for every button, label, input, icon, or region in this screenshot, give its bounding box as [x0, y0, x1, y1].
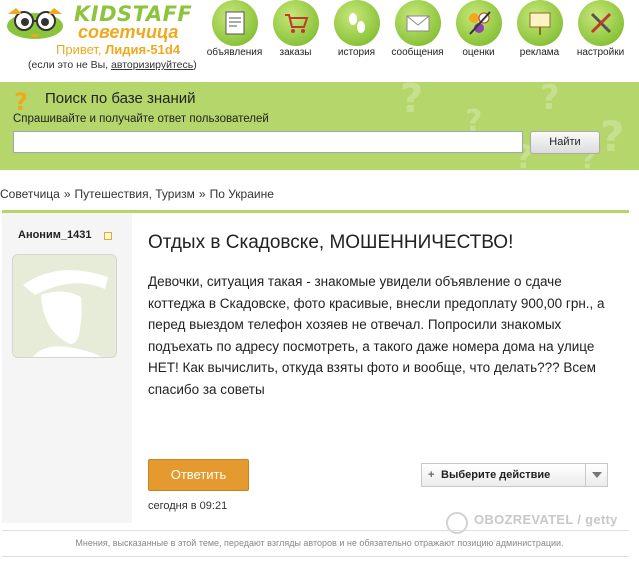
username[interactable]: Лидия-51d4	[105, 42, 180, 57]
tools-icon	[577, 0, 624, 46]
disclaimer: Мнения, высказанные в этой теме, передаю…	[75, 538, 564, 548]
post-title: Отдых в Скадовске, МОШЕННИЧЕСТВО!	[148, 232, 514, 253]
anonymous-avatar-icon	[13, 255, 116, 357]
question-icon: ?	[14, 88, 28, 114]
cart-icon	[272, 0, 319, 46]
divider	[2, 530, 629, 531]
billboard-icon	[516, 0, 563, 46]
not-you-note: (если это не Вы, авторизируйтесь)	[28, 59, 197, 71]
search-subtitle: Спрашивайте и получайте ответ пользовате…	[13, 113, 269, 125]
knowledge-search-panel: ? ? ? ? ? ? ? Поиск по базе знаний Спраш…	[0, 82, 639, 170]
login-link[interactable]: авторизируйтесь	[111, 59, 193, 71]
action-select-label: Выберите действие	[441, 469, 551, 481]
breadcrumb-separator: »	[63, 187, 71, 201]
nav-item-orders[interactable]: заказы	[265, 0, 326, 58]
search-input[interactable]	[13, 131, 523, 153]
nav-label: объявления	[206, 47, 263, 58]
ads-icon	[211, 0, 258, 46]
breadcrumb-item-ukraine[interactable]: По Украине	[210, 187, 274, 201]
author-status-icon	[104, 232, 112, 240]
question-mark-decoration-icon: ?	[600, 112, 625, 161]
nav-label: реклама	[519, 47, 560, 58]
greeting: Привет, Лидия-51d4	[56, 42, 180, 57]
site-logo[interactable]: KIDSTAFF советчица	[2, 2, 192, 42]
avatar	[12, 254, 117, 358]
question-mark-decoration-icon: ?	[400, 82, 424, 122]
nav-label: настройки	[576, 47, 625, 58]
svg-text:?: ?	[14, 88, 28, 114]
nav-item-ratings[interactable]: оценки	[448, 0, 509, 58]
not-you-suffix: )	[193, 59, 197, 71]
footprints-icon	[333, 0, 380, 46]
post-author[interactable]: Аноним_1431	[18, 229, 91, 241]
breadcrumb: Советчица» Путешествия, Туризм» По Украине	[0, 187, 274, 201]
nav-item-advertising[interactable]: реклама	[509, 0, 570, 58]
nav-label: история	[337, 47, 376, 58]
breadcrumb-item-travel[interactable]: Путешествия, Туризм	[75, 187, 195, 201]
search-button[interactable]: Найти	[530, 131, 600, 154]
divider	[2, 556, 629, 557]
nav-item-settings[interactable]: настройки	[570, 0, 631, 58]
post-timestamp: сегодня в 09:21	[148, 500, 228, 512]
envelope-icon	[394, 0, 441, 46]
reply-button[interactable]: Ответить	[148, 459, 249, 491]
question-mark-decoration-icon: ?	[540, 82, 560, 118]
watermark: OBOZREVATEL / getty	[474, 512, 618, 527]
nav-item-history[interactable]: история	[326, 0, 387, 58]
nav-label: сообщения	[391, 47, 444, 58]
post-body: Девочки, ситуация такая - знакомые увиде…	[148, 274, 605, 397]
site-header: KIDSTAFF советчица Привет, Лидия-51d4 (е…	[0, 0, 639, 82]
nav-label: оценки	[462, 47, 495, 58]
not-you-prefix: (если это не Вы,	[28, 59, 112, 71]
nav-item-messages[interactable]: сообщения	[387, 0, 448, 58]
owl-logo-icon	[7, 8, 63, 39]
main-nav: объявления заказы история сообщения оцен…	[204, 0, 631, 58]
nav-label: заказы	[279, 47, 312, 58]
breadcrumb-item-sovetchitsa[interactable]: Советчица	[0, 187, 60, 201]
plus-icon: +	[428, 469, 435, 481]
greeting-prefix: Привет,	[56, 42, 106, 57]
nav-item-ads[interactable]: объявления	[204, 0, 265, 58]
breadcrumb-separator: »	[198, 187, 206, 201]
brand-subtitle: советчица	[78, 22, 179, 42]
ratings-icon	[455, 0, 502, 46]
search-title: Поиск по базе знаний	[45, 90, 196, 107]
action-select[interactable]: + Выберите действие	[421, 463, 608, 487]
chevron-down-icon[interactable]	[585, 464, 607, 486]
